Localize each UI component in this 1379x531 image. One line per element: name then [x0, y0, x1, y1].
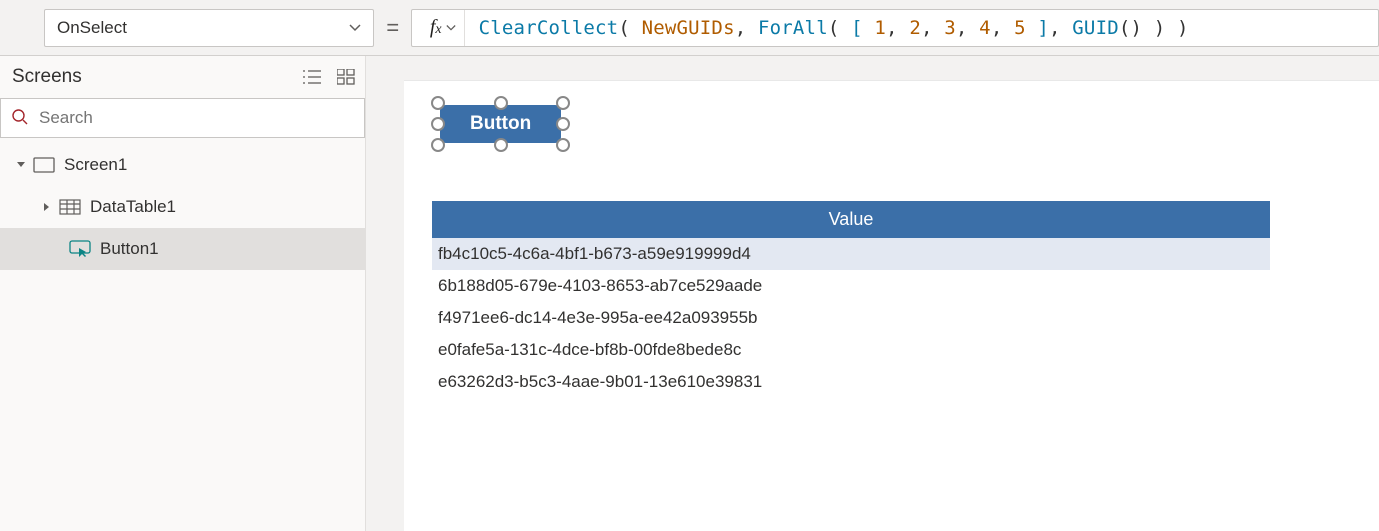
search-box[interactable] [0, 98, 365, 138]
canvas-button-selected[interactable]: Button [440, 105, 561, 143]
property-value: OnSelect [57, 18, 127, 38]
tree-node-screen1[interactable]: Screen1 [0, 144, 365, 186]
button-icon [68, 240, 92, 258]
tree-node-label: Screen1 [64, 155, 127, 175]
table-row[interactable]: f4971ee6-dc14-4e3e-995a-ee42a093955b [432, 302, 1270, 334]
table-header[interactable]: Value [432, 201, 1270, 238]
resize-handle[interactable] [556, 117, 570, 131]
tree: Screen1 DataTable1 Button1 [0, 138, 365, 270]
table-row[interactable]: e63262d3-b5c3-4aae-9b01-13e610e39831 [432, 366, 1270, 398]
caret-down-icon [14, 160, 28, 170]
canvas-button-label: Button [470, 113, 531, 134]
canvas[interactable]: Button Value fb4c10c5-4c6a-4bf1-b673-a59… [366, 56, 1379, 531]
list-view-icon[interactable] [303, 69, 323, 85]
chevron-down-icon [349, 22, 361, 34]
screens-title: Screens [12, 66, 82, 88]
chevron-down-icon [446, 23, 456, 33]
table-row[interactable]: 6b188d05-679e-4103-8653-ab7ce529aade [432, 270, 1270, 302]
formula-bar: OnSelect = fx ClearCollect( NewGUIDs, Fo… [0, 0, 1379, 56]
caret-right-icon [40, 202, 54, 212]
search-input[interactable] [39, 108, 354, 128]
canvas-datatable[interactable]: Value fb4c10c5-4c6a-4bf1-b673-a59e919999… [432, 201, 1270, 398]
tree-node-datatable1[interactable]: DataTable1 [0, 186, 365, 228]
resize-handle[interactable] [556, 96, 570, 110]
table-row[interactable]: e0fafe5a-131c-4dce-bf8b-00fde8bede8c [432, 334, 1270, 366]
resize-handle[interactable] [556, 138, 570, 152]
formula-box: fx ClearCollect( NewGUIDs, ForAll( [ 1, … [411, 9, 1379, 47]
tree-node-label: Button1 [100, 239, 159, 259]
thumbnail-view-icon[interactable] [337, 69, 355, 85]
table-icon [58, 199, 82, 215]
formula-input[interactable]: ClearCollect( NewGUIDs, ForAll( [ 1, 2, … [465, 17, 1203, 39]
resize-handle[interactable] [431, 138, 445, 152]
screens-header: Screens [0, 56, 365, 98]
resize-handle[interactable] [494, 138, 508, 152]
tree-node-label: DataTable1 [90, 197, 176, 217]
screen-icon [32, 157, 56, 173]
property-dropdown[interactable]: OnSelect [44, 9, 374, 47]
resize-handle[interactable] [431, 117, 445, 131]
table-row[interactable]: fb4c10c5-4c6a-4bf1-b673-a59e919999d4 [432, 238, 1270, 270]
fx-icon: fx [430, 16, 442, 39]
tree-view-panel: Screens [0, 56, 366, 531]
equals-label: = [374, 15, 411, 41]
resize-handle[interactable] [431, 96, 445, 110]
search-icon [11, 108, 29, 129]
fx-dropdown[interactable]: fx [412, 10, 465, 46]
resize-handle[interactable] [494, 96, 508, 110]
tree-node-button1[interactable]: Button1 [0, 228, 365, 270]
